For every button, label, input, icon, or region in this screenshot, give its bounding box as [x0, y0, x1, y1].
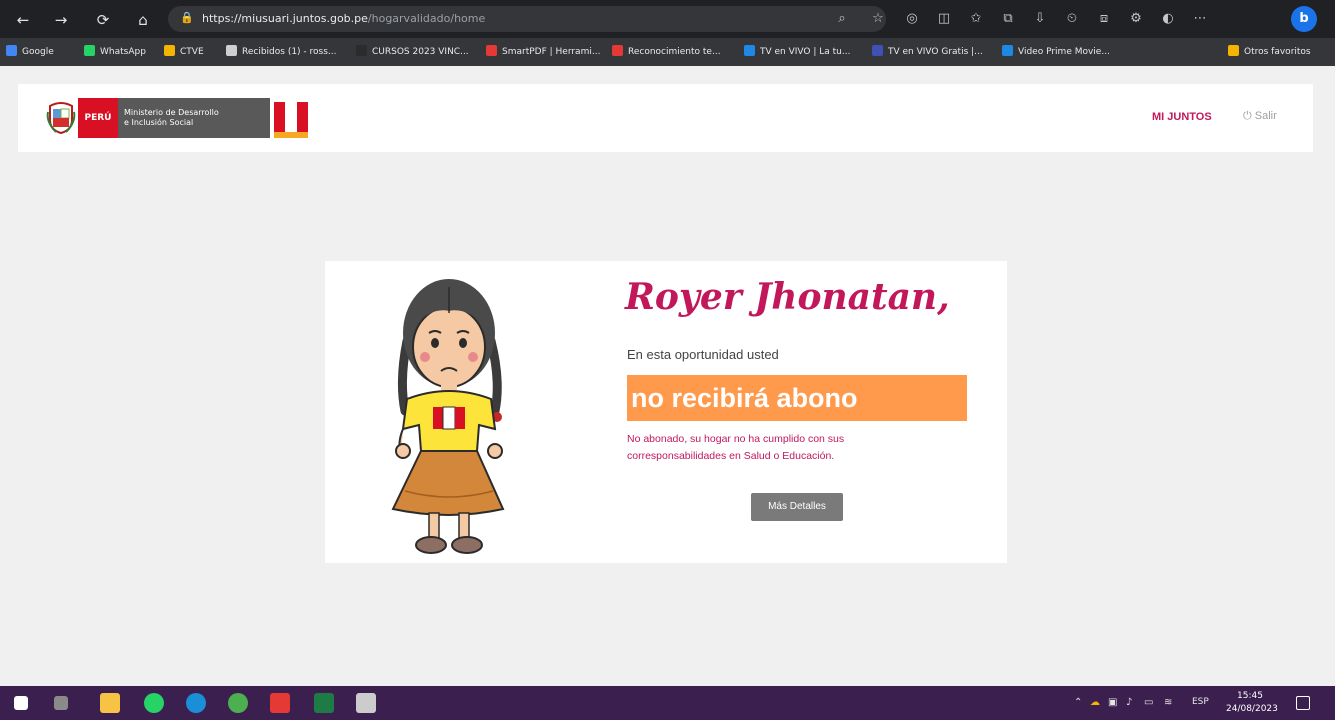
favorites-icon[interactable]: ✩ [966, 9, 986, 29]
star-icon[interactable]: ☆ [868, 9, 888, 29]
profile-avatar[interactable]: b [1291, 6, 1317, 32]
bookmark-item[interactable]: Otros favoritos [1228, 43, 1332, 61]
power-icon: ⏻ [1243, 110, 1255, 122]
bookmark-favicon-icon [1002, 45, 1013, 56]
bookmark-label: TV en VIVO | La tu... [760, 47, 851, 57]
start-icon[interactable] [14, 696, 28, 710]
acrobat-icon[interactable] [270, 693, 290, 713]
bookmark-label: TV en VIVO Gratis |... [888, 47, 983, 57]
ministry-logo-block: Ministerio de Desarrollo e Inclusión Soc… [118, 98, 270, 138]
download-icon[interactable]: ⇩ [1030, 9, 1050, 29]
bookmark-item[interactable]: CURSOS 2023 VINC... [356, 43, 474, 61]
more-icon[interactable]: ⋯ [1190, 9, 1210, 29]
bookmark-favicon-icon [612, 45, 623, 56]
battery-icon[interactable]: ▭ [1144, 697, 1153, 708]
bookmark-label: Recibidos (1) - ross... [242, 47, 337, 57]
bookmark-label: Reconocimiento te... [628, 47, 721, 57]
browser-toolbar: ← → ⟳ ⌂ 🔒 https://miusuari.juntos.gob.pe… [0, 0, 1335, 38]
zoom-icon[interactable]: ⌕ [832, 9, 852, 29]
nav-mi-juntos-link[interactable]: MI JUNTOS [1152, 111, 1212, 123]
payment-status-banner: no recibirá abono [627, 375, 967, 421]
system-clock[interactable]: 15:45 24/08/2023 [1226, 690, 1278, 716]
wifi-icon[interactable]: ≋ [1164, 697, 1172, 708]
ministry-line-2: e Inclusión Social [124, 118, 194, 127]
url-text: https://miusuari.juntos.gob.pe/hogarvali… [202, 11, 485, 27]
sad-girl-illustration [391, 279, 505, 554]
task-view-icon[interactable] [54, 696, 68, 710]
juntos-logo-icon [274, 102, 308, 138]
file-explorer-icon[interactable] [100, 693, 120, 713]
lock-icon: 🔒 [180, 11, 194, 24]
bookmark-item[interactable]: CTVE [164, 43, 216, 61]
clock-time: 15:45 [1237, 691, 1263, 701]
bookmark-item[interactable]: Video Prime Movie... [1002, 43, 1120, 61]
address-bar[interactable]: 🔒 https://miusuari.juntos.gob.pe/hogarva… [168, 6, 886, 32]
logout-link[interactable]: ⏻ Salir [1243, 110, 1277, 123]
bookmark-favicon-icon [1228, 45, 1239, 56]
site-header: PERÚ Ministerio de Desarrollo e Inclusió… [18, 84, 1313, 152]
bookmark-item[interactable]: SmartPDF | Herrami... [486, 43, 602, 61]
settings-icon[interactable] [356, 693, 376, 713]
excel-icon[interactable] [314, 693, 334, 713]
bookmark-favicon-icon [486, 45, 497, 56]
bookmark-label: CURSOS 2023 VINC... [372, 47, 469, 57]
bookmark-label: Otros favoritos [1244, 47, 1311, 57]
bookmark-favicon-icon [84, 45, 95, 56]
windows-taskbar: ⌃ ☁ ▣ ♪ ▭ ≋ ESP 15:45 24/08/2023 [0, 686, 1335, 720]
bookmark-favicon-icon [356, 45, 367, 56]
non-payment-reason: No abonado, su hogar no ha cumplido con … [627, 433, 845, 462]
bookmark-label: Video Prime Movie... [1018, 47, 1110, 57]
reload-icon[interactable]: ⟳ [92, 9, 114, 31]
more-details-button[interactable]: Más Detalles [751, 493, 843, 521]
url-path: /hogarvalidado/home [367, 12, 486, 25]
bookmark-item[interactable]: Recibidos (1) - ross... [226, 43, 346, 61]
bookmark-favicon-icon [164, 45, 175, 56]
logout-label: Salir [1254, 110, 1277, 122]
weather-icon[interactable]: ☁ [1090, 697, 1100, 708]
ministry-line-1: Ministerio de Desarrollo [124, 108, 219, 117]
whatsapp-icon[interactable] [144, 693, 164, 713]
chevron-up-icon[interactable]: ⌃ [1074, 697, 1082, 708]
system-tray: ⌃ ☁ ▣ ♪ ▭ ≋ ESP [1068, 686, 1335, 720]
settings-icon[interactable]: ⚙ [1126, 9, 1146, 29]
back-icon[interactable]: ← [12, 9, 34, 31]
refresh-circle-icon[interactable]: ◎ [902, 9, 922, 29]
split-screen-icon[interactable]: ◫ [934, 9, 954, 29]
collections-icon[interactable]: ⧉ [998, 9, 1018, 29]
bookmark-label: SmartPDF | Herrami... [502, 47, 601, 57]
bookmarks-bar: Google WhatsApp CTVE Recibidos (1) - ross..… [0, 38, 1335, 66]
extensions-icon[interactable]: ⧈ [1094, 9, 1114, 29]
bookmark-favicon-icon [872, 45, 883, 56]
bookmark-item[interactable]: TV en VIVO | La tu... [744, 43, 862, 61]
bookmark-item[interactable]: Reconocimiento te... [612, 43, 734, 61]
bookmark-favicon-icon [744, 45, 755, 56]
history-icon[interactable]: ⏲ [1062, 9, 1082, 29]
bookmark-item[interactable]: WhatsApp [84, 43, 158, 61]
url-host: https://miusuari.juntos.gob.pe [202, 12, 368, 25]
peru-coat-of-arms-icon [46, 102, 76, 134]
edge-icon[interactable] [186, 693, 206, 713]
bookmark-label: Google [22, 47, 54, 57]
bookmark-favicon-icon [6, 45, 17, 56]
network-icon[interactable]: ▣ [1108, 697, 1117, 708]
beneficiary-greeting: Royer Jhonatan, [625, 276, 950, 318]
copilot-icon[interactable]: ◐ [1158, 9, 1178, 29]
bookmark-label: CTVE [180, 47, 204, 57]
chrome-icon[interactable] [228, 693, 248, 713]
midis-juntos-logo[interactable]: PERÚ Ministerio de Desarrollo e Inclusió… [46, 98, 308, 138]
language-indicator[interactable]: ESP [1192, 697, 1209, 707]
clock-date: 24/08/2023 [1226, 704, 1278, 714]
notification-center-icon[interactable] [1296, 696, 1310, 710]
bookmark-label: WhatsApp [100, 47, 146, 57]
home-icon[interactable]: ⌂ [132, 9, 154, 31]
bookmark-item[interactable]: Google [6, 43, 74, 61]
bookmark-favicon-icon [226, 45, 237, 56]
result-subtitle: En esta oportunidad usted [627, 347, 779, 362]
payment-result-card: Royer Jhonatan, En esta oportunidad uste… [325, 261, 1007, 563]
peru-logo-block: PERÚ [78, 98, 118, 138]
browser-window-chrome: ← → ⟳ ⌂ 🔒 https://miusuari.juntos.gob.pe… [0, 0, 1335, 66]
forward-icon[interactable]: → [50, 9, 72, 31]
bookmark-item[interactable]: TV en VIVO Gratis |... [872, 43, 992, 61]
volume-icon[interactable]: ♪ [1126, 697, 1132, 708]
